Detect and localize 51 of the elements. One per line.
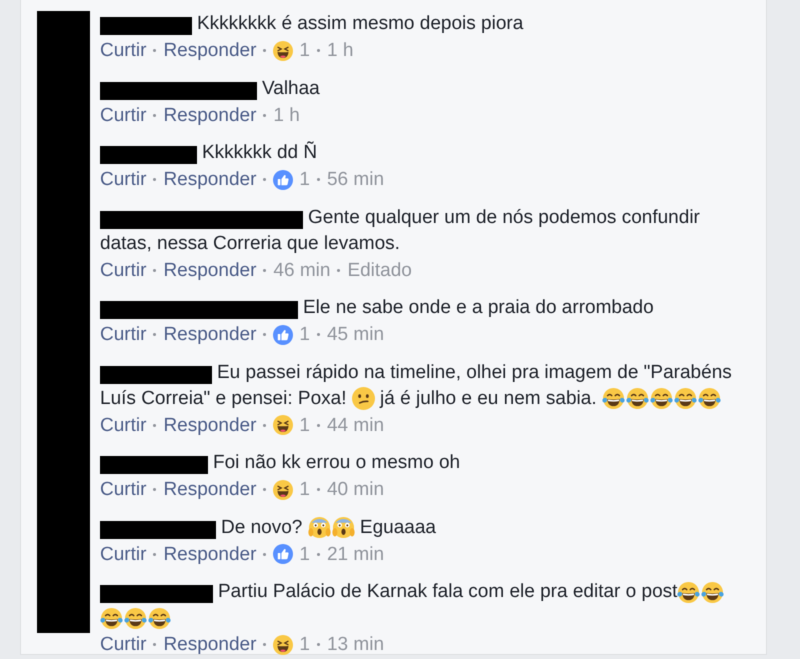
laughing-tears-face-icon [626, 387, 649, 410]
screaming-face-icon [308, 516, 331, 539]
comment-text: Kkkkkkkk é assim mesmo depois piora [197, 12, 524, 36]
thumbs-up-icon [273, 324, 294, 344]
comment-text: Gente qualquer um de nós podemos confundir [308, 206, 700, 230]
comment-text: Foi não kk errou o mesmo oh [213, 451, 460, 475]
like-link[interactable]: Curtir [100, 476, 146, 503]
like-link[interactable]: Curtir [100, 631, 146, 658]
comment-text: Kkkkkkk dd Ñ [202, 140, 318, 165]
thumbs-up-icon [273, 170, 294, 190]
like-link[interactable]: Curtir [100, 166, 146, 193]
reply-link[interactable]: Responder [163, 540, 256, 568]
comment-text: Valhaa [262, 76, 320, 100]
like-link[interactable]: Curtir [100, 256, 146, 284]
like-link[interactable]: Curtir [100, 412, 146, 438]
reply-link[interactable]: Responder [163, 321, 256, 348]
laughing-tears-face-icon [650, 387, 673, 410]
laughing-tears-face-icon [602, 387, 625, 410]
reply-link[interactable]: Responder [163, 631, 256, 658]
laughing-tears-face-icon [698, 387, 721, 410]
reply-link[interactable]: Responder [163, 102, 256, 128]
like-link[interactable]: Curtir [100, 540, 146, 568]
confused-face-icon [352, 387, 375, 410]
laughing-tears-face-icon [100, 606, 123, 630]
laughing-face-icon [273, 415, 294, 435]
comment-text: Partiu Palácio de Karnak fala com ele pra editar o post [218, 580, 678, 604]
reply-link[interactable]: Responder [163, 476, 256, 503]
reply-link[interactable]: Responder [163, 37, 256, 64]
reply-link[interactable]: Responder [163, 166, 256, 193]
thumbs-up-icon [273, 544, 294, 564]
comment-text: Eu passei rápido na timeline, olhei pra imagem de "Parabéns [217, 360, 732, 384]
laughing-tears-face-icon [701, 580, 724, 604]
laughing-tears-face-icon [677, 580, 700, 604]
laughing-face-icon [273, 480, 294, 500]
laughing-face-icon [273, 40, 294, 60]
like-link[interactable]: Curtir [100, 321, 146, 348]
reply-link[interactable]: Responder [163, 412, 256, 438]
comment-text: já é julho e eu nem sabia. [378, 386, 598, 410]
like-link[interactable]: Curtir [100, 37, 146, 64]
like-link[interactable]: Curtir [100, 102, 146, 128]
laughing-tears-face-icon [124, 606, 147, 630]
screaming-face-icon [332, 516, 355, 539]
comment-text: Luís Correia" e pensei: Poxa! [100, 386, 348, 410]
comment-text: datas, nessa Correria que levamos. [100, 232, 400, 256]
comment-text: De novo? [221, 516, 304, 540]
comment-text: Ele ne sabe onde e a praia do arrombado [303, 296, 654, 320]
laughing-face-icon [273, 634, 294, 654]
reply-link[interactable]: Responder [163, 256, 256, 284]
comment-text: Eguaaaa [358, 516, 436, 540]
laughing-tears-face-icon [674, 387, 697, 410]
laughing-tears-face-icon [148, 606, 171, 630]
